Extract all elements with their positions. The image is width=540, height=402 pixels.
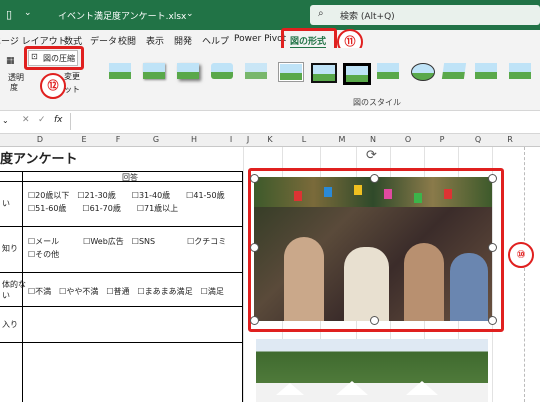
photo-tent [406,381,438,395]
reset-picture-label[interactable]: ット [64,84,80,95]
table-border [0,342,243,343]
resize-handle[interactable] [488,174,497,183]
photo-tent [276,383,304,395]
col-header-p[interactable]: P [432,135,452,144]
callout-12: ⑫ [40,73,66,99]
tab-review[interactable]: 校閲 [118,34,136,47]
style-thumb-10[interactable] [408,60,436,82]
photo-tent [336,381,368,395]
search-placeholder: 検索 (Alt+Q) [340,12,395,22]
resize-handle[interactable] [370,174,379,183]
table-border [242,171,243,402]
resize-handle[interactable] [370,316,379,325]
col-header-m[interactable]: M [332,135,352,144]
insert-function-button[interactable]: fx [54,115,63,125]
row-label-source[interactable]: 知り [2,243,18,254]
filename-chevron-icon[interactable]: ⌄ [186,9,194,19]
row-label-satisfaction-2[interactable]: い [2,290,10,301]
callout-10: ⑩ [508,242,534,268]
source-options-line1[interactable]: ☐メール ☐Web広告 ☐SNS ☐クチコミ [28,236,226,247]
row-label-favorite[interactable]: 入り [2,319,18,330]
enter-icon[interactable]: ✓ [38,115,46,125]
style-thumb-4[interactable] [208,60,236,82]
transparency-label-2[interactable]: 度 [10,82,18,93]
style-thumb-2[interactable] [140,60,168,82]
picture-adjust-icon[interactable]: ▦ [6,56,15,66]
row-label-age[interactable]: い [2,198,10,209]
style-thumb-6[interactable] [276,60,304,82]
satisfaction-options[interactable]: ☐不満 ☐やや不満 ☐普通 ☐まあまあ満足 ☐満足 [28,286,224,297]
col-header-f[interactable]: F [108,135,128,144]
file-name[interactable]: イベント満足度アンケート.xlsx [58,9,186,22]
tab-developer[interactable]: 開発 [174,34,192,47]
col-header-n[interactable]: N [363,135,383,144]
row-label-satisfaction-1[interactable]: 体的な [2,279,26,290]
resize-handle[interactable] [488,243,497,252]
resize-handle[interactable] [488,316,497,325]
highlight-selected-picture [248,168,504,332]
change-picture-label[interactable]: 変更 [64,71,80,82]
table-border [0,272,243,273]
col-header-k[interactable]: K [260,135,280,144]
resize-handle[interactable] [250,316,259,325]
search-icon: ⌕ [318,8,324,19]
col-header-o[interactable]: O [398,135,418,144]
save-icon[interactable]: ▯ [6,8,12,21]
table-border [0,226,243,227]
col-header-r[interactable]: R [500,135,520,144]
tab-help[interactable]: ヘルプ [202,34,229,47]
page-break-line [524,147,525,402]
tents-photo[interactable] [256,339,488,402]
rotate-handle-icon[interactable]: ⟳ [366,148,377,163]
style-thumb-3[interactable] [174,60,202,82]
gridline [243,147,244,402]
style-thumb-9[interactable] [374,60,402,82]
search-box[interactable]: ⌕ 検索 (Alt+Q) [310,5,540,25]
style-thumb-1[interactable] [106,60,134,82]
picture-styles-group-label: 図のスタイル [353,98,401,107]
col-header-g[interactable]: G [146,135,166,144]
answer-header[interactable]: 回答 [122,172,138,183]
style-thumb-13[interactable] [506,60,534,82]
name-box-chevron-icon[interactable]: ⌄ [2,116,9,125]
style-thumb-5[interactable] [242,60,270,82]
col-header-q[interactable]: Q [468,135,488,144]
tab-data[interactable]: データ [90,34,117,47]
style-thumb-12[interactable] [472,60,500,82]
style-thumb-11[interactable] [440,60,468,82]
formula-input[interactable] [70,113,540,130]
customize-toolbar-icon[interactable]: ⌄ [24,8,32,18]
style-thumb-7[interactable] [308,60,337,83]
source-options-line2[interactable]: ☐その他 [28,249,59,260]
formula-bar: ⌄ ✕ ✓ fx [0,111,540,134]
col-header-e[interactable]: E [74,135,94,144]
col-header-d[interactable]: D [30,135,50,144]
sheet-title[interactable]: 度アンケート [0,148,77,167]
resize-handle[interactable] [250,174,259,183]
table-border [0,306,243,307]
cancel-icon[interactable]: ✕ [22,115,30,125]
age-options-line1[interactable]: ☐20歳以下 ☐21-30歳 ☐31-40歳 ☐41-50歳 [28,190,225,201]
col-header-h[interactable]: H [184,135,204,144]
age-options-line2[interactable]: ☐51-60歳 ☐61-70歳 ☐71歳以上 [28,203,178,214]
tab-view[interactable]: 表示 [146,34,164,47]
style-thumb-8[interactable] [340,60,371,85]
highlight-compress-button [24,46,84,70]
resize-handle[interactable] [250,243,259,252]
col-header-j[interactable]: J [238,135,258,144]
tab-power-pivot[interactable]: Power Pivot [234,34,286,44]
col-header-l[interactable]: L [294,135,314,144]
